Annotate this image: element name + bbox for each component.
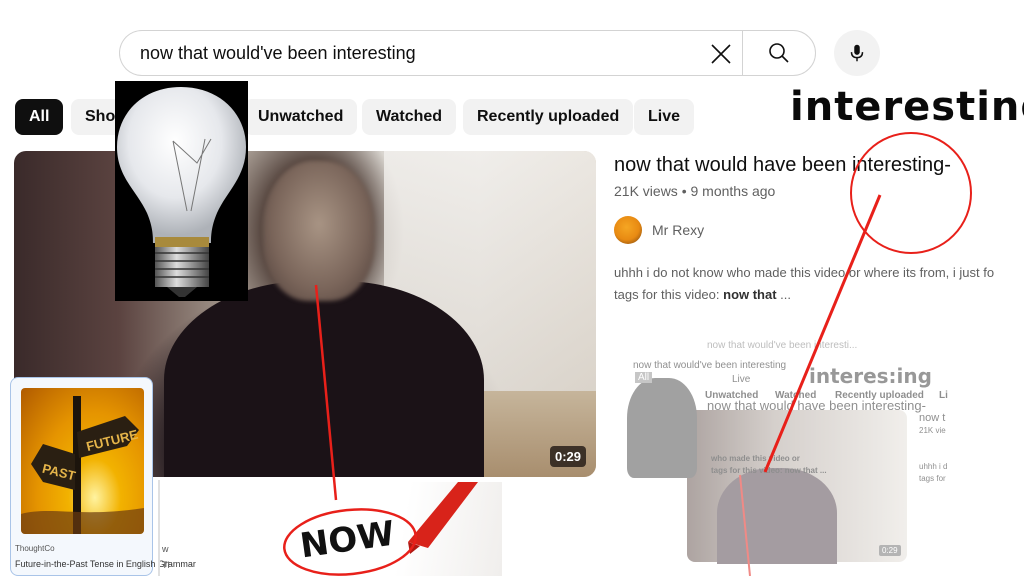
chip-label: Unwatched [258,108,344,125]
voice-search-button[interactable] [834,30,880,76]
lightbulb-icon [117,87,246,297]
chip-label: Live [648,108,681,125]
chip-label: All [29,108,50,125]
overlay-word-interesting: interesting [790,84,1024,130]
partial-card-line1: w [162,544,169,554]
chip-label: Recently uploaded [477,108,620,125]
clear-search-button[interactable] [704,37,738,71]
duration-badge: 0:29 [549,446,586,467]
recursive-chip-all: All [635,372,653,383]
recursive-desc2: tags for [919,474,946,483]
partial-card-line2: Tl [162,560,170,570]
recursive-big-word: interes:ing [809,364,932,388]
partial-image-card: w Tl [158,480,170,576]
channel-avatar[interactable] [614,216,642,244]
channel-name[interactable]: Mr Rexy [652,222,704,238]
chip-unwatched[interactable]: Unwatched [244,99,358,135]
description-tag-highlight: now that [723,287,777,302]
recursive-bulb [627,378,697,478]
recursive-chip-live: Live [732,374,751,385]
recursive-desc-mid: who made this video or [711,454,800,463]
recursive-duration: 0:29 [879,545,901,556]
description-line-1: uhhh i do not know who made this video o… [614,265,995,280]
thumbnail-person-body [164,281,484,477]
close-icon [711,44,731,64]
recursive-search-text: now that would've been interesting [633,360,787,371]
video-meta: 21K views • 9 months ago [614,183,776,199]
recursive-views: 21K vie [919,426,946,435]
chip-label: Watched [376,108,443,125]
red-marker-icon [408,482,478,554]
signpost-image: FUTURE PAST [21,388,144,534]
recursive-chip-li: Li [939,390,948,401]
recursive-desc-tags: tags for this video: now that ... [711,466,827,475]
search-box[interactable] [119,30,742,76]
description-prefix: tags for this video: [614,287,724,302]
channel-link[interactable]: Mr Rexy [614,216,704,244]
search-icon [769,43,789,63]
microphone-icon [850,44,864,62]
recursive-caption: now that would've been interesti... [707,340,858,351]
signpost-icon: FUTURE PAST [21,396,144,534]
image-search-card[interactable]: FUTURE PAST ThoughtCo Future-in-the-Past… [10,377,196,576]
video-title[interactable]: now that would have been interesting- [614,154,951,177]
recursive-desc1: uhhh i d [919,462,948,471]
video-description: uhhh i do not know who made this video o… [614,262,994,306]
red-circle-interesting [850,132,972,254]
recursive-screenshot-overlay: now that would've been interesti... now … [627,338,949,564]
thumbnail-person-head [264,161,374,301]
now-marker-image: NOW [278,482,502,576]
description-line-2: tags for this video: now that ... [614,284,994,306]
lightbulb-image [115,81,248,301]
description-suffix: ... [776,287,792,302]
recursive-person [717,468,837,564]
recursive-title-short: now t [919,412,946,424]
search-input[interactable] [140,42,680,64]
search-button[interactable] [742,30,816,76]
chip-all[interactable]: All [15,99,64,135]
chip-recently-uploaded[interactable]: Recently uploaded [463,99,634,135]
chip-live[interactable]: Live [634,99,695,135]
chip-watched[interactable]: Watched [362,99,457,135]
card-source: ThoughtCo [15,544,55,553]
recursive-title: now that would have been interesting- [707,398,926,413]
